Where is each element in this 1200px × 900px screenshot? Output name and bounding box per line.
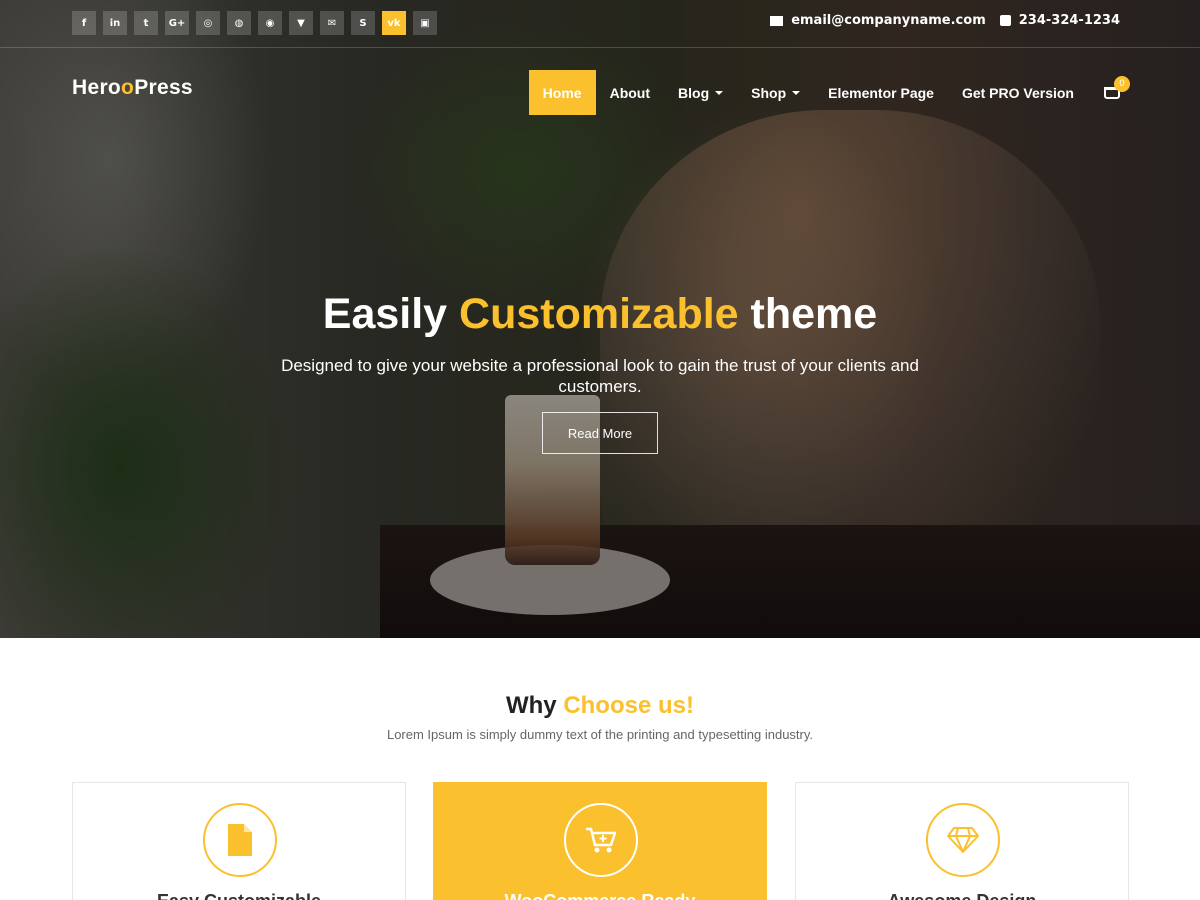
dribbble-icon[interactable]: ◍	[227, 11, 251, 35]
nav-item-label: Shop	[751, 84, 787, 101]
phone-icon	[999, 15, 1011, 26]
twitter-icon[interactable]: t	[134, 11, 158, 35]
feature-title: Easy Customizable	[73, 891, 405, 900]
nav-item-get-pro-version[interactable]: Get PRO Version	[948, 70, 1088, 115]
envelope-icon	[770, 15, 784, 26]
nav-item-blog[interactable]: Blog	[664, 70, 737, 115]
email-text: email@companyname.com	[791, 13, 986, 28]
nav-item-home[interactable]: Home	[528, 70, 596, 115]
feature-icon-circle	[564, 803, 638, 877]
nav-item-shop[interactable]: Shop	[737, 70, 814, 115]
cart-add-icon	[586, 827, 616, 853]
feature-icon-circle	[203, 803, 277, 877]
hero-title: Easily Customizable theme	[0, 290, 1200, 339]
feature-card[interactable]: WooCommerce Ready	[433, 782, 767, 900]
contact-phone[interactable]: 234-324-1234	[999, 13, 1120, 28]
hero-title-part2: theme	[738, 290, 878, 338]
section-title: Why Choose us!	[0, 692, 1200, 720]
section-title-highlight: Choose us!	[563, 692, 694, 719]
diamond-icon	[947, 827, 979, 853]
nav-item-label: Get PRO Version	[961, 84, 1074, 101]
facebook-icon[interactable]: f	[72, 11, 96, 35]
section-title-part1: Why	[505, 692, 564, 719]
cart-button[interactable]: 0	[1092, 70, 1132, 115]
nav-item-elementor-page[interactable]: Elementor Page	[814, 70, 948, 115]
top-bar: f in t G+ ◎ ◍ ◉ ▼ ✉ Svk ▣ email@companyname.com 23…	[0, 0, 1200, 48]
logo-text-dot: o	[121, 76, 135, 99]
logo-text-part1: Hero	[72, 76, 122, 99]
github-icon[interactable]: ◉	[258, 11, 282, 35]
linkedin-icon[interactable]: in	[103, 11, 127, 35]
foursquare-icon[interactable]: ▼	[289, 11, 313, 35]
nav-item-label: Elementor Page	[828, 84, 934, 101]
hero-title-part1: Easily	[322, 290, 460, 338]
cart-count-badge: 0	[1114, 76, 1130, 92]
nav-item-label: About	[609, 84, 651, 101]
read-more-button[interactable]: Read More	[542, 412, 658, 454]
site-logo[interactable]: HerooPress	[72, 76, 193, 100]
feature-icon-circle	[926, 803, 1000, 877]
google-plus-icon[interactable]: G+	[165, 11, 189, 35]
hero-subtitle: Designed to give your website a professi…	[281, 356, 919, 396]
document-icon	[228, 824, 252, 856]
vk-icon[interactable]: vk	[382, 11, 406, 35]
calendar-icon[interactable]: ▣	[413, 11, 437, 35]
caret-down-icon	[792, 90, 801, 95]
contact-info: email@companyname.com 234-324-1234	[770, 13, 1120, 28]
section-subtitle: Lorem Ipsum is simply dummy text of the …	[386, 727, 814, 742]
contact-email[interactable]: email@companyname.com	[770, 13, 986, 28]
email-icon[interactable]: ✉	[320, 11, 344, 35]
feature-card[interactable]: Easy Customizable	[72, 782, 406, 900]
hero-title-highlight: Customizable	[459, 290, 739, 338]
feature-title: WooCommerce Ready	[434, 891, 766, 900]
nav-item-label: Home	[542, 84, 582, 101]
phone-text: 234-324-1234	[1018, 13, 1120, 28]
skype-icon[interactable]: S	[351, 11, 375, 35]
social-links: f in t G+ ◎ ◍ ◉ ▼ ✉ Svk ▣	[72, 11, 437, 35]
instagram-icon[interactable]: ◎	[196, 11, 220, 35]
nav-item-about[interactable]: About	[596, 70, 664, 115]
feature-title: Awesome Design	[796, 891, 1128, 900]
main-navigation: Home About Blog Shop Elementor Page Get PRO V…	[528, 70, 1132, 115]
feature-card[interactable]: Awesome Design	[795, 782, 1129, 900]
logo-text-part2: Press	[134, 76, 193, 99]
nav-item-label: Blog	[678, 84, 710, 101]
caret-down-icon	[715, 90, 724, 95]
